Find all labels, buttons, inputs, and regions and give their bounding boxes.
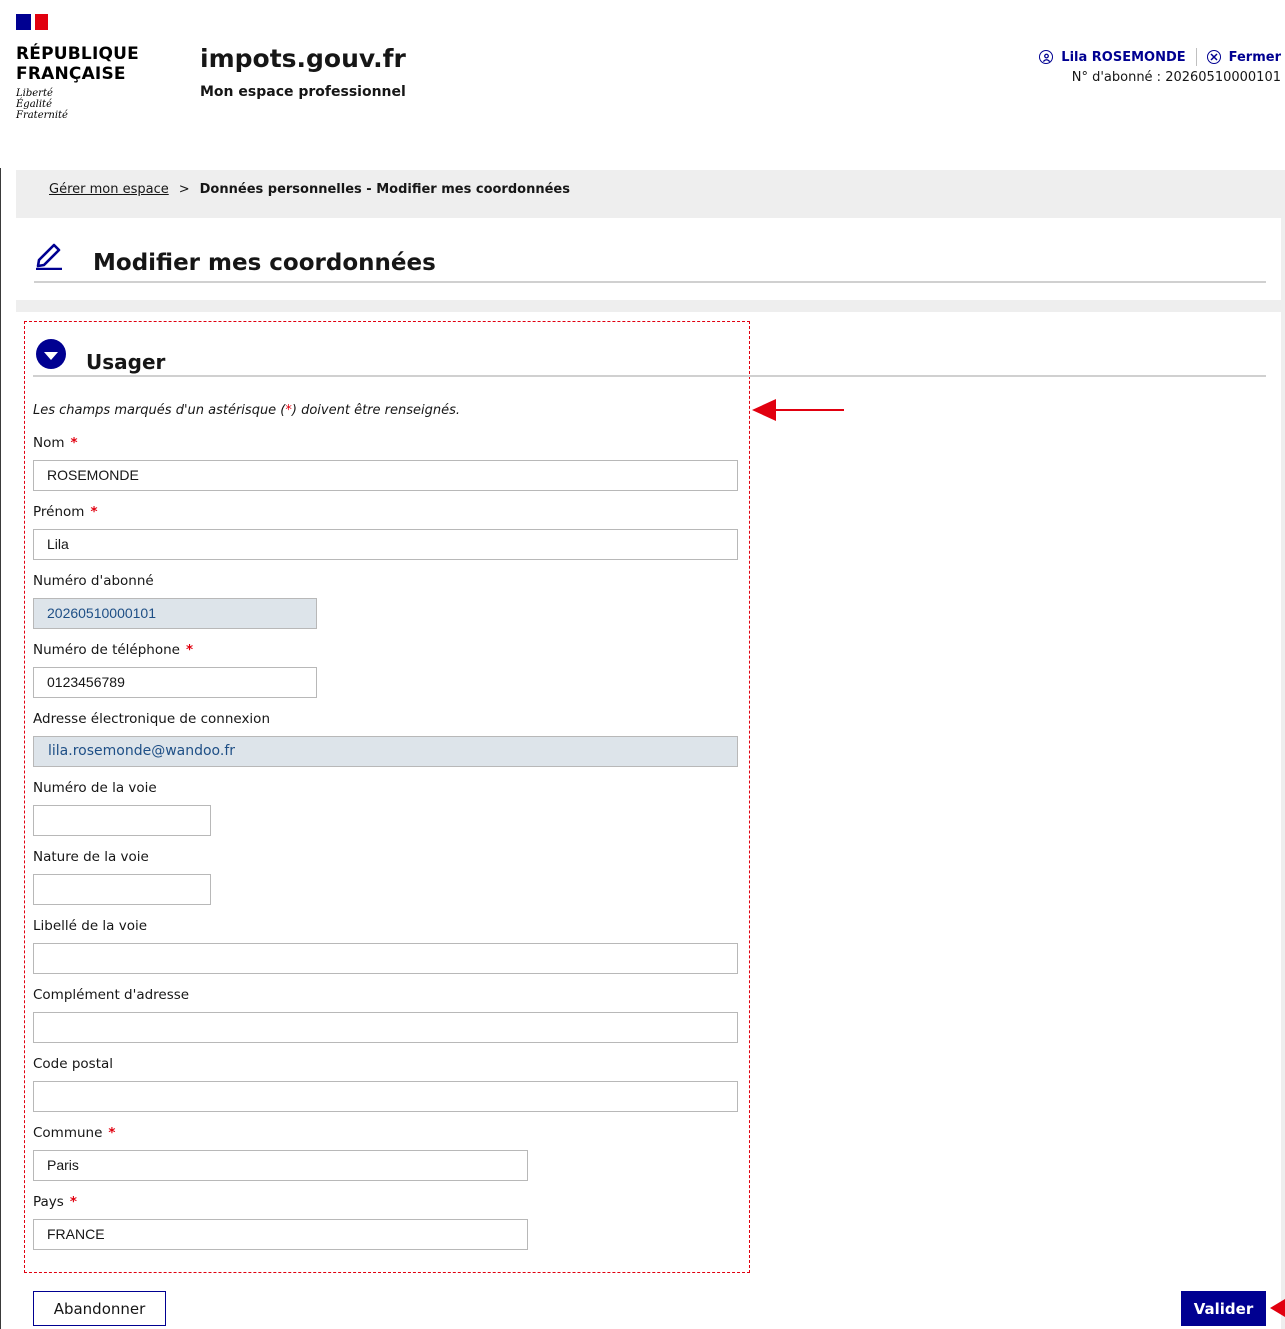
complement-label: Complément d'adresse: [33, 987, 190, 1003]
prenom-label-text: Prénom: [33, 504, 85, 520]
complement-input[interactable]: [33, 1012, 738, 1043]
code-postal-label: Code postal: [33, 1056, 114, 1072]
breadcrumb-current: Données personnelles - Modifier mes coor…: [199, 182, 570, 197]
hint-text-end: ) doivent être renseignés.: [291, 403, 461, 418]
commune-input[interactable]: Paris: [33, 1150, 528, 1181]
french-flag-logo: [16, 14, 48, 30]
pays-input[interactable]: FRANCE: [33, 1219, 528, 1250]
section-divider: [33, 375, 1266, 377]
numero-abonne-field: 20260510000101: [33, 598, 317, 629]
abandon-button[interactable]: Abandonner: [33, 1291, 166, 1326]
annotation-arrow-icon: [752, 399, 844, 421]
pays-label-text: Pays: [33, 1194, 64, 1210]
motto-liberte: Liberté: [16, 88, 53, 99]
required-star: *: [185, 642, 194, 658]
motto-fraternite: Fraternité: [16, 110, 68, 121]
telephone-input[interactable]: 0123456789: [33, 667, 317, 698]
email-label: Adresse électronique de connexion: [33, 711, 270, 727]
breadcrumb-separator: >: [178, 182, 190, 197]
collapse-chevron-icon[interactable]: [36, 339, 66, 369]
motto-egalite: Égalité: [16, 99, 52, 110]
page-border: [0, 0, 1, 1329]
numero-voie-label: Numéro de la voie: [33, 780, 157, 796]
breadcrumb-link-gerer-mon-espace[interactable]: Gérer mon espace: [49, 182, 169, 197]
telephone-label: Numéro de téléphone *: [33, 642, 193, 658]
nom-label-text: Nom: [33, 435, 65, 451]
close-button[interactable]: Fermer: [1229, 50, 1281, 65]
pencil-icon: [36, 243, 62, 270]
subscriber-number: N° d'abonné : 20260510000101: [1071, 70, 1281, 85]
site-name[interactable]: impots.gouv.fr: [200, 44, 406, 73]
required-star: *: [69, 1194, 77, 1210]
commune-label: Commune *: [33, 1125, 115, 1141]
libelle-voie-input[interactable]: [33, 943, 738, 974]
user-icon: [1039, 50, 1054, 64]
title-divider: [34, 281, 1266, 283]
close-icon[interactable]: [1206, 50, 1221, 64]
nom-label: Nom *: [33, 435, 78, 451]
prenom-label: Prénom *: [33, 504, 98, 520]
section-title: Usager: [86, 350, 166, 374]
nature-voie-label: Nature de la voie: [33, 849, 149, 865]
republic-title-line1: RÉPUBLIQUE: [16, 44, 139, 64]
hint-text-start: Les champs marqués d'un astérisque (: [33, 403, 286, 418]
commune-label-text: Commune: [33, 1125, 103, 1141]
nom-input[interactable]: ROSEMONDE: [33, 460, 738, 491]
submit-button[interactable]: Valider: [1181, 1291, 1266, 1326]
header-separator: [1195, 48, 1197, 66]
site-subtitle: Mon espace professionnel: [200, 84, 406, 100]
annotation-arrow-icon: [1270, 1299, 1285, 1317]
telephone-label-text: Numéro de téléphone: [33, 642, 180, 658]
required-star: *: [70, 435, 78, 451]
republique-francaise-logo: RÉPUBLIQUE FRANÇAISE Liberté Égalité Fra…: [16, 44, 166, 121]
nature-voie-input[interactable]: [33, 874, 211, 905]
required-fields-hint: Les champs marqués d'un astérisque (*) d…: [33, 403, 460, 418]
code-postal-input[interactable]: [33, 1081, 738, 1112]
user-name-link[interactable]: Lila ROSEMONDE: [1061, 50, 1185, 65]
republic-title-line2: FRANÇAISE: [16, 64, 126, 84]
page-title: Modifier mes coordonnées: [93, 250, 436, 276]
user-bar: Lila ROSEMONDE Fermer: [1039, 48, 1281, 66]
numero-voie-input[interactable]: [33, 805, 211, 836]
required-star: *: [108, 1125, 116, 1141]
pays-label: Pays *: [33, 1194, 77, 1210]
breadcrumb: Gérer mon espace > Données personnelles …: [49, 182, 570, 197]
prenom-input[interactable]: Lila: [33, 529, 738, 560]
libelle-voie-label: Libellé de la voie: [33, 918, 148, 934]
site-header: RÉPUBLIQUE FRANÇAISE Liberté Égalité Fra…: [0, 0, 1285, 168]
required-star: *: [90, 504, 98, 520]
email-field: lila.rosemonde@wandoo.fr: [33, 736, 738, 767]
numero-abonne-label: Numéro d'abonné: [33, 573, 154, 589]
